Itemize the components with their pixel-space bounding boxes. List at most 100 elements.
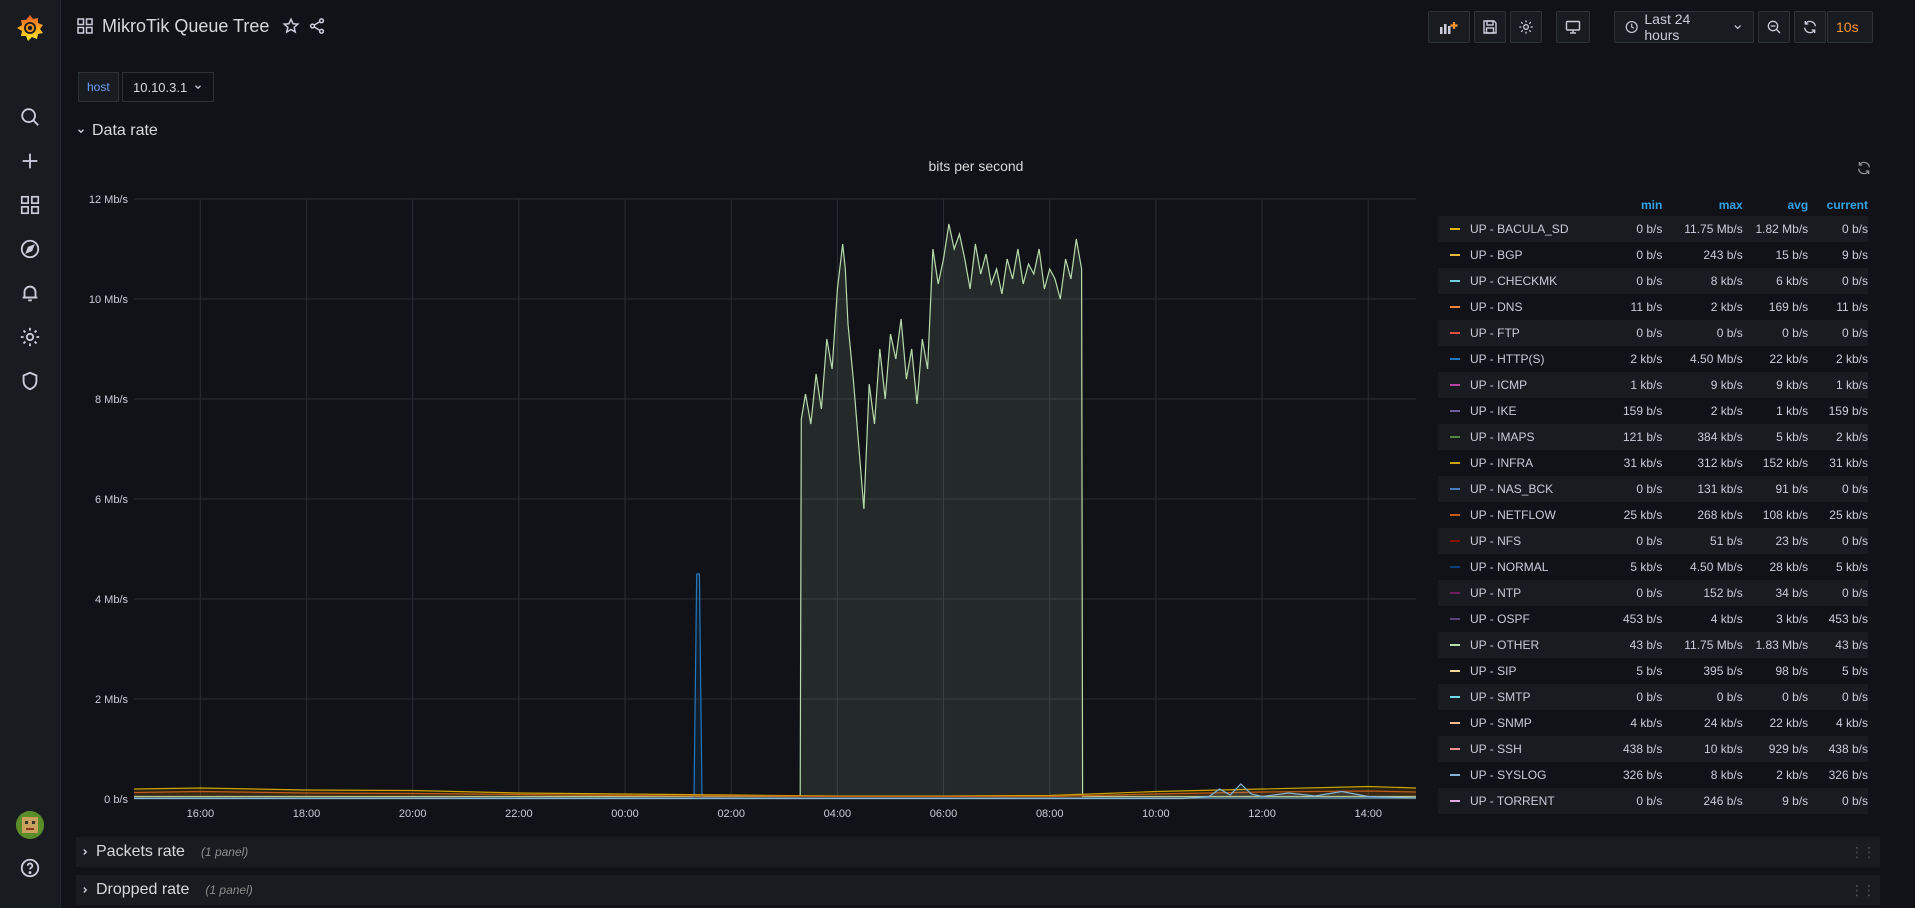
legend-color-swatch[interactable] — [1450, 800, 1460, 802]
legend-color-swatch[interactable] — [1450, 384, 1460, 386]
refresh-dashboard-button[interactable] — [1794, 11, 1826, 43]
help-icon[interactable] — [14, 852, 46, 884]
legend-row[interactable]: UP - NAS_BCK 0 b/s 131 kb/s 91 b/s 0 b/s — [1438, 476, 1868, 502]
legend-header-max[interactable]: max — [1662, 198, 1743, 212]
panel-refresh-icon[interactable] — [1856, 160, 1872, 179]
legend-series-name[interactable]: UP - NTP — [1438, 586, 1597, 600]
dashboard-title[interactable]: MikroTik Queue Tree — [102, 16, 269, 37]
legend-row[interactable]: UP - DNS 11 b/s 2 kb/s 169 b/s 11 b/s — [1438, 294, 1868, 320]
configuration-gear-icon[interactable] — [14, 321, 46, 353]
legend-row[interactable]: UP - CHECKMK 0 b/s 8 kb/s 6 kb/s 0 b/s — [1438, 268, 1868, 294]
legend-color-swatch[interactable] — [1450, 722, 1460, 724]
time-range-picker[interactable]: Last 24 hours — [1614, 11, 1754, 43]
legend-header-min[interactable]: min — [1597, 198, 1662, 212]
legend-color-swatch[interactable] — [1450, 436, 1460, 438]
legend-series-name[interactable]: UP - NFS — [1438, 534, 1597, 548]
legend-series-name[interactable]: UP - OSPF — [1438, 612, 1597, 626]
legend-series-name[interactable]: UP - NORMAL — [1438, 560, 1597, 574]
row-data-rate[interactable]: Data rate — [76, 120, 1885, 142]
legend-color-swatch[interactable] — [1450, 228, 1460, 230]
legend-color-swatch[interactable] — [1450, 358, 1460, 360]
legend-row[interactable]: UP - TORRENT 0 b/s 246 b/s 9 b/s 0 b/s — [1438, 788, 1868, 814]
drag-handle-icon[interactable]: ⋮⋮ — [1850, 882, 1876, 899]
search-icon[interactable] — [14, 101, 46, 133]
grafana-logo-icon[interactable] — [10, 8, 50, 48]
refresh-interval-picker[interactable]: 10s — [1827, 11, 1873, 43]
server-admin-shield-icon[interactable] — [14, 365, 46, 397]
legend-series-name[interactable]: UP - NAS_BCK — [1438, 482, 1597, 496]
legend-color-swatch[interactable] — [1450, 592, 1460, 594]
legend-row[interactable]: UP - INFRA 31 kb/s 312 kb/s 152 kb/s 31 kb/s — [1438, 450, 1868, 476]
legend-color-swatch[interactable] — [1450, 670, 1460, 672]
legend-color-swatch[interactable] — [1450, 540, 1460, 542]
legend-row[interactable]: UP - IMAPS 121 b/s 384 kb/s 5 kb/s 2 kb/s — [1438, 424, 1868, 450]
legend-row[interactable]: UP - SYSLOG 326 b/s 8 kb/s 2 kb/s 326 b/s — [1438, 762, 1868, 788]
share-icon[interactable] — [308, 17, 326, 38]
row-dropped-rate[interactable]: Dropped rate (1 panel) ⋮⋮ — [76, 875, 1880, 905]
legend-header-avg[interactable]: avg — [1743, 198, 1808, 212]
legend-row[interactable]: UP - NORMAL 5 kb/s 4.50 Mb/s 28 kb/s 5 kb/s — [1438, 554, 1868, 580]
plus-icon[interactable] — [14, 145, 46, 177]
add-panel-button[interactable] — [1428, 11, 1470, 43]
row-packets-rate[interactable]: Packets rate (1 panel) ⋮⋮ — [76, 837, 1880, 867]
legend-row[interactable]: UP - SSH 438 b/s 10 kb/s 929 b/s 438 b/s — [1438, 736, 1868, 762]
legend-series-name[interactable]: UP - ICMP — [1438, 378, 1597, 392]
legend-color-swatch[interactable] — [1450, 514, 1460, 516]
legend-color-swatch[interactable] — [1450, 254, 1460, 256]
legend-color-swatch[interactable] — [1450, 332, 1460, 334]
time-series-chart[interactable]: 0 b/s 2 Mb/s 4 Mb/s 6 Mb/s 8 Mb/s 10 Mb/s 12 M… — [76, 180, 1416, 830]
legend-series-name[interactable]: UP - NETFLOW — [1438, 508, 1597, 522]
legend-color-swatch[interactable] — [1450, 306, 1460, 308]
legend-color-swatch[interactable] — [1450, 566, 1460, 568]
panel-title[interactable]: bits per second — [76, 158, 1876, 174]
legend-series-name[interactable]: UP - SYSLOG — [1438, 768, 1597, 782]
legend-row[interactable]: UP - OTHER 43 b/s 11.75 Mb/s 1.83 Mb/s 43 b/… — [1438, 632, 1868, 658]
legend-color-swatch[interactable] — [1450, 774, 1460, 776]
legend-row[interactable]: UP - IKE 159 b/s 2 kb/s 1 kb/s 159 b/s — [1438, 398, 1868, 424]
legend-series-name[interactable]: UP - TORRENT — [1438, 794, 1597, 808]
legend-series-name[interactable]: UP - INFRA — [1438, 456, 1597, 470]
legend-row[interactable]: UP - NTP 0 b/s 152 b/s 34 b/s 0 b/s — [1438, 580, 1868, 606]
star-icon[interactable] — [282, 17, 300, 38]
host-variable-select[interactable]: 10.10.3.1 — [122, 72, 215, 102]
legend-series-name[interactable]: UP - IMAPS — [1438, 430, 1597, 444]
legend-color-swatch[interactable] — [1450, 488, 1460, 490]
save-dashboard-button[interactable] — [1474, 11, 1506, 43]
zoom-out-button[interactable] — [1758, 11, 1790, 43]
legend-row[interactable]: UP - HTTP(S) 2 kb/s 4.50 Mb/s 22 kb/s 2 kb/s — [1438, 346, 1868, 372]
legend-series-name[interactable]: UP - SNMP — [1438, 716, 1597, 730]
legend-series-name[interactable]: UP - OTHER — [1438, 638, 1597, 652]
dashboard-settings-button[interactable] — [1510, 11, 1542, 43]
legend-row[interactable]: UP - SIP 5 b/s 395 b/s 98 b/s 5 b/s — [1438, 658, 1868, 684]
legend-row[interactable]: UP - OSPF 453 b/s 4 kb/s 3 kb/s 453 b/s — [1438, 606, 1868, 632]
legend-row[interactable]: UP - NETFLOW 25 kb/s 268 kb/s 108 kb/s 25 kb… — [1438, 502, 1868, 528]
legend-color-swatch[interactable] — [1450, 410, 1460, 412]
legend-series-name[interactable]: UP - BACULA_SD — [1438, 222, 1597, 236]
legend-color-swatch[interactable] — [1450, 748, 1460, 750]
legend-series-name[interactable]: UP - FTP — [1438, 326, 1597, 340]
legend-series-name[interactable]: UP - CHECKMK — [1438, 274, 1597, 288]
legend-row[interactable]: UP - NFS 0 b/s 51 b/s 23 b/s 0 b/s — [1438, 528, 1868, 554]
legend-row[interactable]: UP - FTP 0 b/s 0 b/s 0 b/s 0 b/s — [1438, 320, 1868, 346]
dashboards-icon[interactable] — [14, 189, 46, 221]
legend-row[interactable]: UP - ICMP 1 kb/s 9 kb/s 9 kb/s 1 kb/s — [1438, 372, 1868, 398]
legend-series-name[interactable]: UP - HTTP(S) — [1438, 352, 1597, 366]
legend-row[interactable]: UP - SNMP 4 kb/s 24 kb/s 22 kb/s 4 kb/s — [1438, 710, 1868, 736]
cycle-view-mode-button[interactable] — [1556, 11, 1590, 43]
user-avatar[interactable] — [16, 811, 44, 839]
legend-series-name[interactable]: UP - BGP — [1438, 248, 1597, 262]
legend-color-swatch[interactable] — [1450, 644, 1460, 646]
legend-row[interactable]: UP - BGP 0 b/s 243 b/s 15 b/s 9 b/s — [1438, 242, 1868, 268]
legend-row[interactable]: UP - BACULA_SD 0 b/s 11.75 Mb/s 1.82 Mb/s 0 … — [1438, 216, 1868, 242]
legend-row[interactable]: UP - SMTP 0 b/s 0 b/s 0 b/s 0 b/s — [1438, 684, 1868, 710]
legend-color-swatch[interactable] — [1450, 696, 1460, 698]
legend-header-current[interactable]: current — [1808, 198, 1868, 212]
legend-series-name[interactable]: UP - SMTP — [1438, 690, 1597, 704]
legend-series-name[interactable]: UP - SSH — [1438, 742, 1597, 756]
legend-series-name[interactable]: UP - SIP — [1438, 664, 1597, 678]
legend-color-swatch[interactable] — [1450, 618, 1460, 620]
legend-color-swatch[interactable] — [1450, 280, 1460, 282]
legend-series-name[interactable]: UP - IKE — [1438, 404, 1597, 418]
explore-icon[interactable] — [14, 233, 46, 265]
drag-handle-icon[interactable]: ⋮⋮ — [1850, 844, 1876, 861]
